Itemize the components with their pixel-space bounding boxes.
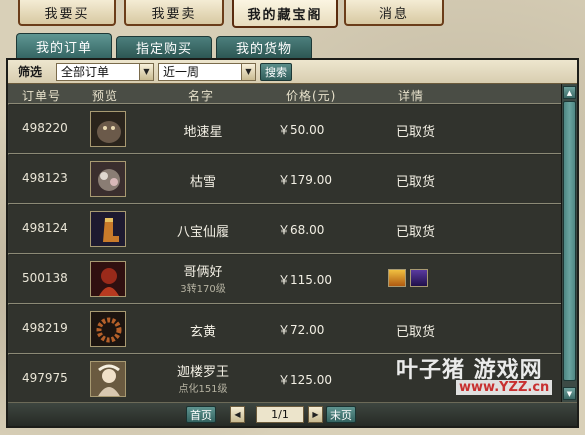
item-price: ￥72.00	[278, 323, 325, 337]
subtab-designated-purchase[interactable]: 指定购买	[116, 36, 212, 58]
table-row[interactable]: 498124 八宝仙履 ￥68.00 已取货	[8, 205, 561, 254]
subtab-my-orders[interactable]: 我的订单	[16, 33, 112, 58]
prev-page-icon[interactable]: ◀	[230, 406, 245, 423]
item-price: ￥179.00	[278, 173, 332, 187]
site-watermark: 叶子猪 游戏网 www.YZZ.cn	[388, 350, 583, 406]
chevron-down-icon[interactable]: ▼	[241, 63, 255, 80]
character-level: 点化151级	[178, 384, 228, 395]
scroll-thumb[interactable]	[563, 101, 576, 381]
header-preview: 预览	[92, 89, 119, 103]
order-type-value: 全部订单	[61, 65, 110, 79]
order-status: 已取货	[396, 125, 436, 140]
order-id: 498124	[22, 221, 68, 235]
pet-icon[interactable]	[410, 269, 428, 287]
item-name: 枯雪	[189, 175, 216, 190]
time-range-value: 近一周	[163, 65, 200, 79]
tab-buy[interactable]: 我要买	[18, 0, 116, 26]
search-button[interactable]: 搜索	[260, 62, 292, 81]
item-thumbnail[interactable]	[90, 311, 126, 347]
boot-icon	[91, 212, 125, 246]
header-order-id: 订单号	[22, 89, 62, 103]
item-price: ￥125.00	[278, 373, 332, 387]
order-status: 已取货	[396, 175, 436, 190]
first-page-button[interactable]: 首页	[186, 406, 216, 423]
header-name: 名字	[188, 89, 215, 103]
last-page-button[interactable]: 末页	[326, 406, 356, 423]
item-name: 地速星	[183, 125, 223, 140]
character-icon	[91, 262, 125, 296]
item-thumbnail[interactable]	[90, 261, 126, 297]
order-id: 500138	[22, 271, 68, 285]
beast-icon	[91, 112, 125, 146]
order-id: 498220	[22, 121, 68, 135]
item-thumbnail[interactable]	[90, 111, 126, 147]
filter-label: 筛选	[18, 65, 43, 79]
treasure-chest-icon[interactable]	[388, 269, 406, 287]
chevron-down-icon[interactable]: ▼	[139, 63, 153, 80]
table-row[interactable]: 498219 玄黄 ￥72.00 已取货	[8, 305, 561, 354]
page-display: 1/1	[256, 406, 304, 423]
order-id: 497975	[22, 371, 68, 385]
subtab-my-goods[interactable]: 我的货物	[216, 36, 312, 58]
item-price: ￥68.00	[278, 223, 325, 237]
header-price: 价格(元)	[286, 89, 337, 103]
watermark-url: www.YZZ.cn	[456, 380, 553, 395]
character-level: 3转170级	[180, 284, 226, 295]
table-row[interactable]: 498220 地速星 ￥50.00 已取货	[8, 105, 561, 154]
item-thumbnail[interactable]	[90, 161, 126, 197]
top-tab-bar: 我要买 我要卖 我的藏宝阁 消息	[0, 0, 585, 28]
item-price: ￥115.00	[278, 273, 332, 287]
order-id: 498123	[22, 171, 68, 185]
item-thumbnail[interactable]	[90, 361, 126, 397]
next-page-icon[interactable]: ▶	[308, 406, 323, 423]
flower-icon	[91, 162, 125, 196]
table-row[interactable]: 498123 枯雪 ￥179.00 已取货	[8, 155, 561, 204]
order-type-select[interactable]: 全部订单 ▼	[56, 62, 154, 81]
filter-bar: 筛选 全部订单 ▼ 近一周 ▼ 搜索	[8, 60, 577, 84]
bead-bracelet-icon	[91, 312, 125, 346]
character-name: 迦楼罗王	[176, 365, 229, 380]
tab-sell[interactable]: 我要卖	[124, 0, 224, 26]
header-detail: 详情	[398, 89, 425, 103]
table-row[interactable]: 500138 哥俩好 3转170级 ￥115.00	[8, 255, 561, 304]
order-id: 498219	[22, 321, 68, 335]
order-status: 已取货	[396, 225, 436, 240]
table-header: 订单号 预览 名字 价格(元) 详情	[8, 84, 561, 104]
item-name: 玄黄	[189, 325, 216, 340]
character-icon	[91, 362, 125, 396]
tab-my-treasure[interactable]: 我的藏宝阁	[232, 0, 338, 28]
item-thumbnail[interactable]	[90, 211, 126, 247]
order-status: 已取货	[396, 325, 436, 340]
item-price: ￥50.00	[278, 123, 325, 137]
time-range-select[interactable]: 近一周 ▼	[158, 62, 256, 81]
detail-icons	[388, 269, 428, 287]
scroll-up-icon[interactable]: ▲	[563, 86, 576, 99]
character-name: 哥俩好	[183, 265, 223, 280]
item-name: 八宝仙履	[176, 225, 229, 240]
tab-messages[interactable]: 消息	[344, 0, 444, 26]
